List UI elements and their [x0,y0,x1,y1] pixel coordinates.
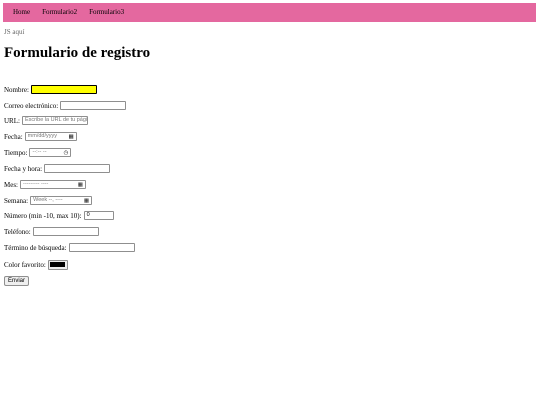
color-label: Color favorito: [4,260,46,269]
color-picker[interactable] [47,259,68,270]
tiempo-row: Tiempo: --:-- -- ◷ [4,147,72,158]
url-row: URL: Escribe la URL de tu página [4,115,88,126]
mes-input[interactable]: --------- ---- ▦ [20,180,86,189]
nombre-row: Nombre: [4,84,97,95]
telefono-label: Teléfono: [4,227,31,236]
correo-label: Correo electrónico: [4,101,59,110]
nombre-input[interactable] [30,85,97,94]
fecha-hora-label: Fecha y hora: [4,164,43,173]
numero-row: Número (min -10, max 10): 0 [4,210,114,221]
mes-row: Mes: --------- ---- ▦ [4,179,86,190]
busqueda-label: Término de búsqueda: [4,243,67,252]
clock-icon[interactable]: ◷ [64,150,69,156]
tiempo-input[interactable]: --:-- -- ◷ [29,148,72,157]
submit-button[interactable]: Enviar [4,276,30,286]
search-input[interactable] [68,243,135,252]
fecha-hora-row: Fecha y hora: [4,163,111,174]
calendar-icon[interactable]: ▦ [84,198,89,204]
busqueda-row: Término de búsqueda: [4,242,135,253]
nav-formulario3-link[interactable]: Formulario3 [83,3,130,22]
mes-value: --------- ---- [23,181,49,187]
url-input[interactable]: Escribe la URL de tu página [21,116,88,125]
js-note: JS aquí [4,28,25,36]
numero-label: Número (min -10, max 10): [4,211,82,220]
fecha-label: Fecha: [4,132,23,141]
semana-input[interactable]: Week --, ---- ▦ [30,196,93,205]
mes-label: Mes: [4,180,18,189]
color-swatch-fill [50,262,66,267]
page-title: Formulario de registro [4,45,151,61]
calendar-icon[interactable]: ▦ [78,182,83,188]
fecha-hora-input[interactable] [44,164,111,173]
semana-value: Week --, ---- [33,197,63,203]
top-nav: Home Formulario2 Formulario3 [3,3,536,22]
correo-row: Correo electrónico: [4,100,127,111]
semana-row: Semana: Week --, ---- ▦ [4,195,93,206]
nav-formulario2-link[interactable]: Formulario2 [36,3,83,22]
tiempo-value: --:-- -- [32,149,47,155]
semana-label: Semana: [4,196,29,205]
calendar-icon[interactable]: ▦ [68,134,73,140]
nombre-label: Nombre: [4,85,29,94]
correo-input[interactable] [60,101,127,110]
telefono-input[interactable] [32,227,99,236]
numero-input[interactable]: 0 [83,211,114,220]
fecha-input[interactable]: mm/dd/yyyy ▦ [24,132,77,141]
tiempo-label: Tiempo: [4,148,28,157]
color-row: Color favorito: [4,259,68,270]
url-label: URL: [4,116,20,125]
telefono-row: Teléfono: [4,226,99,237]
nav-home-link[interactable]: Home [7,3,36,22]
fecha-value: mm/dd/yyyy [27,133,58,139]
fecha-row: Fecha: mm/dd/yyyy ▦ [4,131,77,142]
